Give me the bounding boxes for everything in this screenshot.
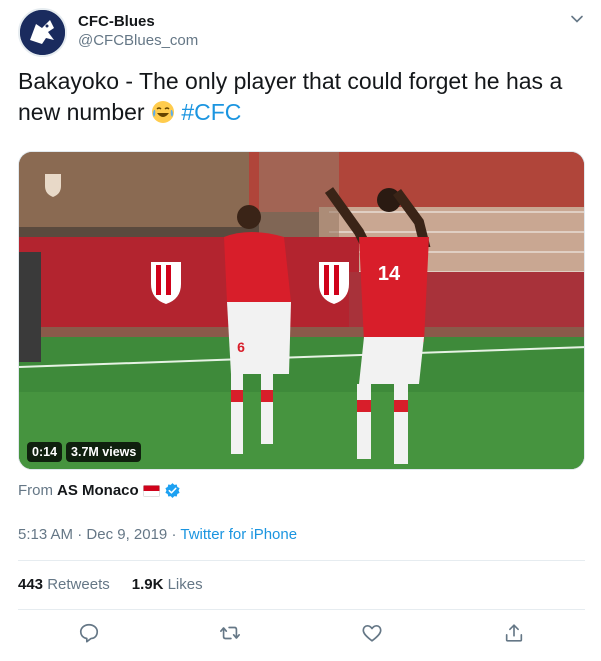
retweets-stat[interactable]: 443 Retweets <box>18 576 110 593</box>
share-button[interactable] <box>503 622 527 646</box>
player-6-number: 6 <box>237 339 245 355</box>
share-icon <box>505 624 523 642</box>
tweet-stats: 443 Retweets 1.9K Likes <box>18 576 203 593</box>
reply-button[interactable] <box>78 622 102 646</box>
tweet-actions <box>18 622 585 646</box>
tweet-card: CFC-Blues @CFCBlues_com Bakayoko - The o… <box>0 0 601 661</box>
tweet-time[interactable]: 5:13 AM <box>18 526 73 543</box>
video-frame: 6 14 <box>19 152 584 469</box>
chevron-down-icon[interactable] <box>570 12 584 26</box>
verified-badge-icon <box>165 483 180 498</box>
tweet-client-link[interactable]: Twitter for iPhone <box>180 526 297 543</box>
chelsea-lion-icon <box>20 10 65 55</box>
like-button[interactable] <box>361 622 385 646</box>
author-names: CFC-Blues @CFCBlues_com <box>78 13 198 51</box>
retweet-icon <box>220 626 240 640</box>
tweet-header: CFC-Blues @CFCBlues_com <box>18 8 588 58</box>
avatar[interactable] <box>18 8 67 57</box>
hashtag-link[interactable]: #CFC <box>181 99 241 125</box>
reply-icon <box>79 623 99 643</box>
retweets-label: Retweets <box>47 576 110 593</box>
retweets-count: 443 <box>18 576 44 593</box>
tweet-meta: 5:13 AM · Dec 9, 2019 · Twitter for iPho… <box>18 526 297 543</box>
video-duration: 0:14 <box>27 442 63 462</box>
display-name[interactable]: CFC-Blues <box>78 13 198 31</box>
divider <box>18 609 585 610</box>
player-14-number: 14 <box>378 263 401 285</box>
handle[interactable]: @CFCBlues_com <box>78 31 198 51</box>
retweet-button[interactable] <box>219 622 243 646</box>
video-badges: 0:14 3.7M views <box>27 442 142 462</box>
likes-label: Likes <box>167 576 203 593</box>
meta-separator: · <box>77 526 83 543</box>
tweet-body: Bakayoko - The only player that could fo… <box>18 68 563 125</box>
video-player[interactable]: 6 14 0:14 3.7M views <box>18 151 585 470</box>
tweet-text: Bakayoko - The only player that could fo… <box>18 66 588 128</box>
likes-stat[interactable]: 1.9K Likes <box>132 576 203 593</box>
likes-count: 1.9K <box>131 576 164 593</box>
attribution-prefix: From <box>18 482 53 499</box>
monaco-flag-icon <box>142 484 160 497</box>
like-icon <box>362 625 382 642</box>
face-with-tears-of-joy-icon <box>151 101 174 123</box>
video-attribution: From AS Monaco <box>18 482 181 499</box>
meta-separator: · <box>171 526 177 543</box>
divider <box>18 560 585 561</box>
attribution-source[interactable]: AS Monaco <box>57 482 139 499</box>
tweet-date[interactable]: Dec 9, 2019 <box>86 526 167 543</box>
video-views: 3.7M views <box>66 442 142 462</box>
